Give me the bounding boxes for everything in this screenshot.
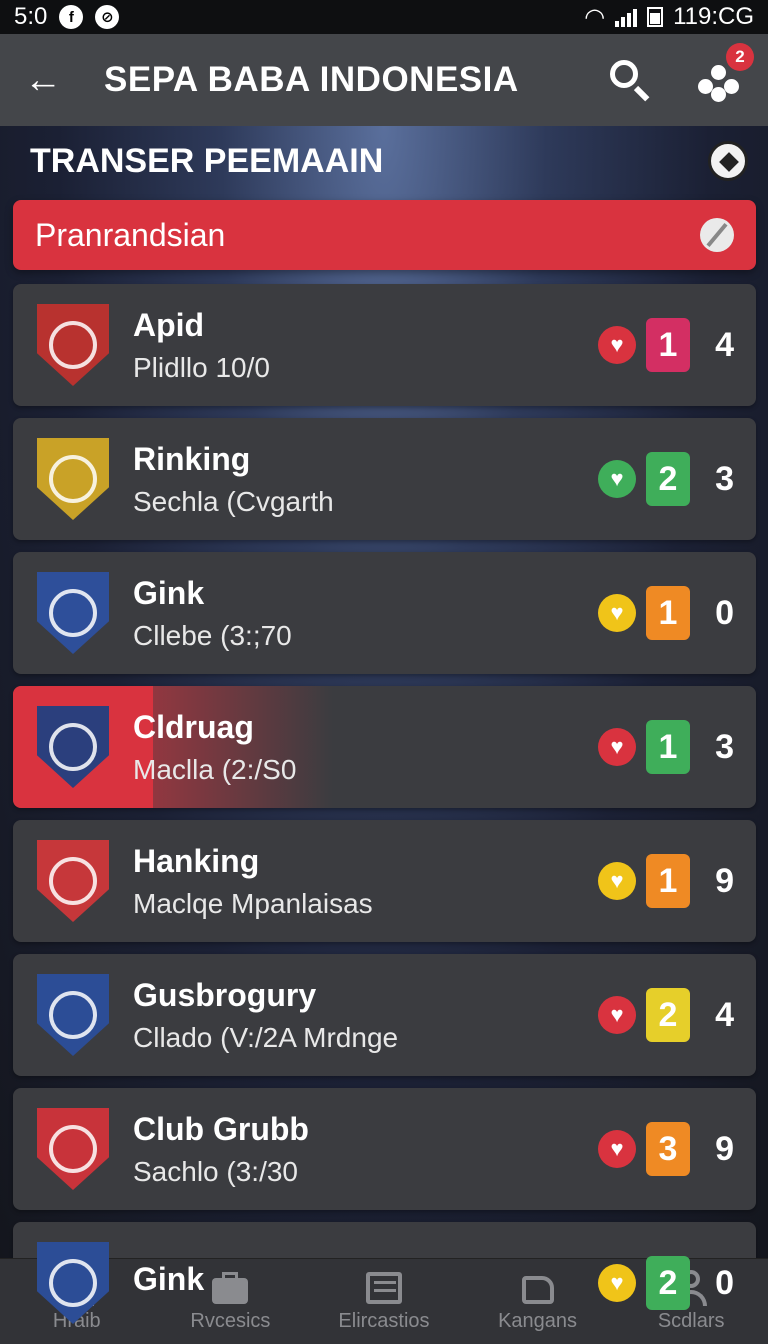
score-badge: 1	[646, 318, 690, 372]
score-badge: 1	[646, 586, 690, 640]
section-title: TRANSER PEEMAAIN	[30, 142, 384, 180]
list-item[interactable]: Club Grubb Sachlo (3:/30 ♥ 3 9	[13, 1088, 756, 1210]
club-detail: Cllebe (3:;70	[133, 619, 292, 651]
club-stats: ♥ 2 3	[598, 452, 734, 506]
club-stats: ♥ 2 4	[598, 988, 734, 1042]
status-bar: 5:0 f ⊘ ◠ 119:CG	[0, 0, 768, 34]
club-detail: Sachlo (3:/30	[133, 1155, 298, 1187]
count-value: 3	[715, 459, 734, 498]
clear-filter-icon[interactable]	[700, 218, 734, 252]
battery-icon	[647, 7, 664, 27]
club-name: Gink	[133, 1260, 205, 1297]
club-detail: Maclqe Mpanlaisas	[133, 887, 373, 919]
club-name: Cldruag	[133, 708, 254, 745]
list-item[interactable]: Cldruag Maclla (2:/S0 ♥ 1 3	[13, 686, 756, 808]
app-notification-icon: ⊘	[95, 5, 120, 29]
club-crest-icon	[37, 572, 109, 654]
list-item[interactable]: Hanking Maclqe Mpanlaisas ♥ 1 9	[13, 820, 756, 942]
heart-icon[interactable]: ♥	[598, 728, 636, 766]
count-value: 9	[715, 1129, 734, 1168]
club-crest-icon	[37, 438, 109, 520]
club-crest-icon	[37, 974, 109, 1056]
club-stats: ♥ 3 9	[598, 1122, 734, 1176]
club-info: Hanking Maclqe Mpanlaisas	[133, 843, 598, 920]
club-info: Apid Plidllo 10/0	[133, 307, 598, 384]
heart-icon[interactable]: ♥	[598, 996, 636, 1034]
club-name: Apid	[133, 306, 205, 343]
club-name: Rinking	[133, 440, 251, 477]
club-detail: Maclla (2:/S0	[133, 753, 297, 785]
club-stats: ♥ 2 0	[598, 1256, 734, 1310]
club-detail: Cllado (V:/2A Mrdnge	[133, 1021, 399, 1053]
signal-icon	[615, 7, 638, 27]
score-badge: 2	[646, 452, 690, 506]
heart-icon[interactable]: ♥	[598, 1130, 636, 1168]
club-stats: ♥ 1 4	[598, 318, 734, 372]
app-bar: ← SEPA BABA INDONESIA 2	[0, 34, 768, 126]
club-crest-icon	[37, 304, 109, 386]
club-stats: ♥ 1 9	[598, 854, 734, 908]
soccer-ball-icon[interactable]	[708, 141, 748, 181]
count-value: 0	[715, 593, 734, 632]
score-badge: 3	[646, 1122, 690, 1176]
score-badge: 2	[646, 988, 690, 1042]
nav-label: Rvcesics	[190, 1310, 271, 1332]
status-clock: 119:CG	[673, 3, 754, 30]
list-item[interactable]: Gink Cllebe (3:;70 ♥ 1 0	[13, 552, 756, 674]
club-name: Club Grubb	[133, 1110, 309, 1147]
filter-bar[interactable]: Pranrandsian	[13, 200, 756, 270]
notification-icon: f	[59, 5, 84, 29]
filter-label: Pranrandsian	[35, 216, 226, 253]
count-value: 9	[715, 861, 734, 900]
search-icon[interactable]	[608, 58, 652, 102]
club-crest-icon	[37, 1108, 109, 1190]
heart-icon[interactable]: ♥	[598, 1264, 636, 1302]
count-value: 4	[715, 995, 734, 1034]
club-stats: ♥ 1 0	[598, 586, 734, 640]
club-name: Hanking	[133, 842, 260, 879]
list-item[interactable]: Apid Plidllo 10/0 ♥ 1 4	[13, 284, 756, 406]
wifi-icon: ◠	[584, 3, 606, 31]
heart-icon[interactable]: ♥	[598, 460, 636, 498]
club-name: Gink	[133, 574, 205, 611]
count-value: 3	[715, 727, 734, 766]
notification-badge: 2	[726, 43, 754, 71]
score-badge: 2	[646, 1256, 690, 1310]
club-name: Gusbrogury	[133, 976, 317, 1013]
club-info: Rinking Sechla (Cvgarth	[133, 441, 598, 518]
heart-icon[interactable]: ♥	[598, 326, 636, 364]
page-title: SEPA BABA INDONESIA	[104, 60, 519, 99]
club-info: Gink Cllebe (3:;70	[133, 575, 598, 652]
score-badge: 1	[646, 720, 690, 774]
score-badge: 1	[646, 854, 690, 908]
club-crest-icon	[37, 706, 109, 788]
club-crest-icon	[37, 840, 109, 922]
count-value: 4	[715, 325, 734, 364]
transfer-list: Apid Plidllo 10/0 ♥ 1 4 Rinking Sechla (…	[13, 284, 756, 1344]
arrow-left-icon[interactable]: ←	[24, 59, 76, 102]
nav-label: Scdlars	[657, 1310, 725, 1332]
status-time: 5:0	[14, 3, 48, 30]
list-item[interactable]: Rinking Sechla (Cvgarth ♥ 2 3	[13, 418, 756, 540]
club-info: Gink	[133, 1261, 598, 1306]
list-item[interactable]: Gusbrogury Cllado (V:/2A Mrdnge ♥ 2 4	[13, 954, 756, 1076]
heart-icon[interactable]: ♥	[598, 862, 636, 900]
club-info: Cldruag Maclla (2:/S0	[133, 709, 598, 786]
count-value: 0	[715, 1263, 734, 1302]
club-info: Gusbrogury Cllado (V:/2A Mrdnge	[133, 977, 598, 1054]
club-info: Club Grubb Sachlo (3:/30	[133, 1111, 598, 1188]
nav-label: Elircastios	[338, 1310, 430, 1332]
club-detail: Sechla (Cvgarth	[133, 485, 334, 517]
nav-label: Kangans	[498, 1310, 578, 1332]
heart-icon[interactable]: ♥	[598, 594, 636, 632]
club-stats: ♥ 1 3	[598, 720, 734, 774]
ball-menu-icon[interactable]: 2	[694, 43, 754, 105]
club-detail: Plidllo 10/0	[133, 351, 270, 383]
